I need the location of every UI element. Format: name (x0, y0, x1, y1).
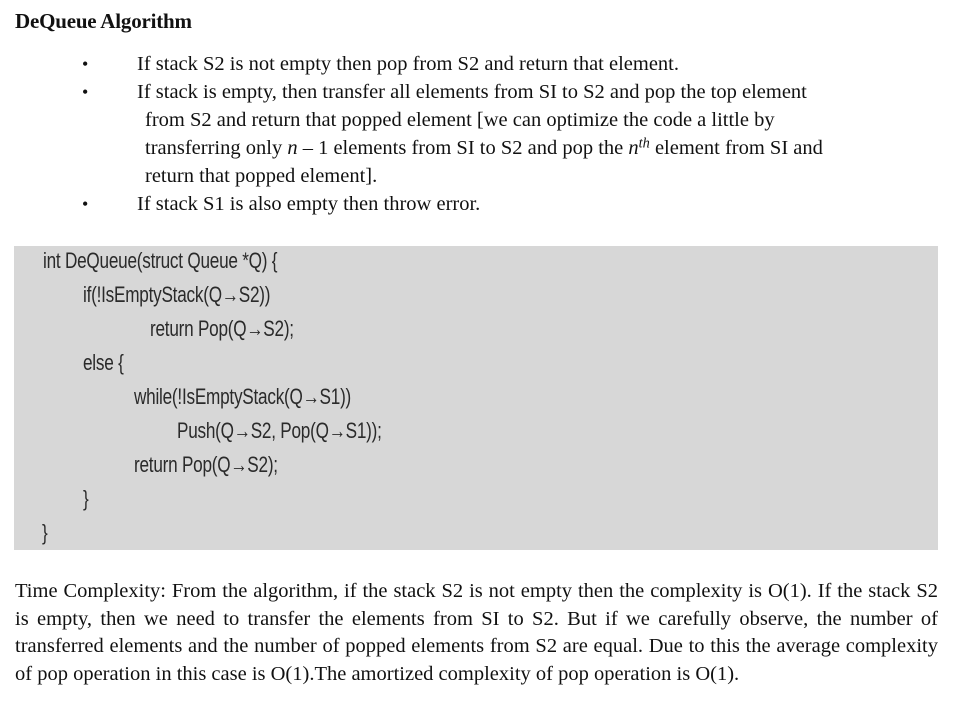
step-text-continued: return that popped element]. (145, 165, 378, 187)
code-line: return Pop(Q→S2); (134, 452, 278, 477)
list-item: • If stack S1 is also empty then throw e… (0, 190, 958, 218)
bullet-icon: • (82, 194, 89, 214)
code-block: int DeQueue(struct Queue *Q) { if(!IsEmp… (14, 246, 938, 550)
step-text: If stack S2 is not empty then pop from S… (137, 53, 679, 75)
step-text-continued: from S2 and return that popped element [… (145, 109, 775, 131)
code-line: Push(Q→S2, Pop(Q→S1)); (177, 418, 382, 443)
list-item: • If stack S2 is not empty then pop from… (0, 50, 958, 78)
step-text: If stack is empty, then transfer all ele… (137, 81, 807, 103)
code-line: while(!IsEmptyStack(Q→S1)) (134, 384, 352, 409)
code-line: } (42, 520, 48, 545)
bullet-icon: • (82, 82, 89, 102)
bullet-icon: • (82, 54, 89, 74)
code-line: int DeQueue(struct Queue *Q) { (43, 248, 278, 273)
section-heading: DeQueue Algorithm (15, 9, 192, 33)
step-text-continued: transferring only n – 1 elements from SI… (145, 135, 823, 159)
code-line: return Pop(Q→S2); (150, 316, 294, 341)
time-complexity-paragraph: Time Complexity: From the algorithm, if … (15, 580, 938, 685)
list-item: • If stack is empty, then transfer all e… (0, 78, 958, 190)
code-line: } (83, 486, 89, 511)
code-line: else { (83, 350, 124, 375)
algorithm-steps-list: • If stack S2 is not empty then pop from… (0, 50, 958, 218)
code-line: if(!IsEmptyStack(Q→S2)) (83, 282, 271, 307)
step-text: If stack S1 is also empty then throw err… (137, 193, 481, 215)
